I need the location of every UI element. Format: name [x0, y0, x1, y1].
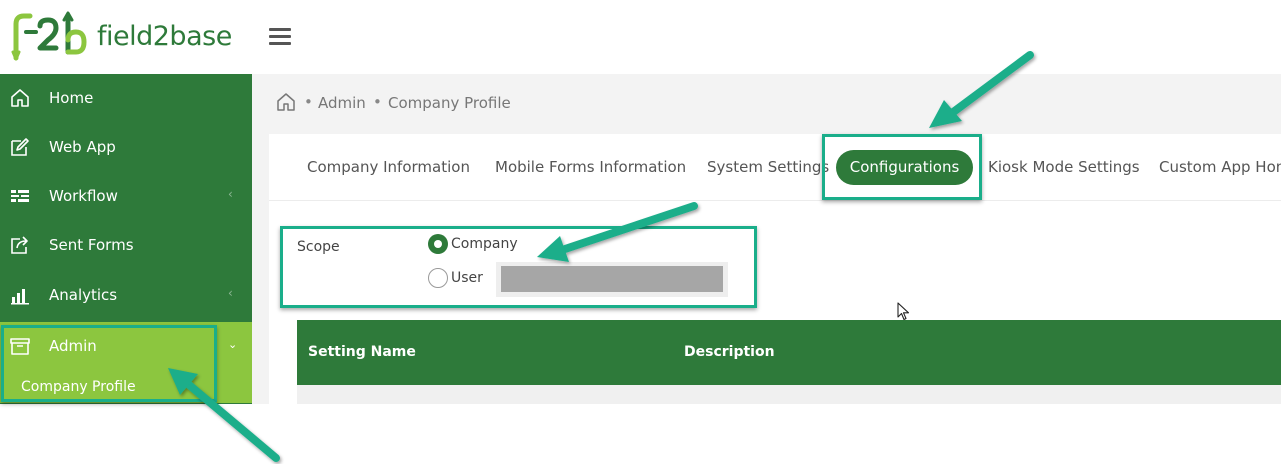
chevron-down-icon: ⌄ — [228, 338, 238, 351]
sidebar-item-analytics[interactable]: Analytics ‹ — [0, 271, 252, 320]
sidebar: Home Web App Workflow ‹ Sent Forms Analy… — [0, 74, 252, 404]
sidebar-item-label: Sent Forms — [49, 236, 134, 254]
sidebar-subitem-company-profile[interactable]: Company Profile — [21, 379, 136, 395]
hamburger-menu-icon[interactable] — [269, 28, 291, 45]
sidebar-item-label: Workflow — [49, 187, 118, 205]
tab-system-settings[interactable]: System Settings — [707, 158, 829, 176]
sidebar-item-admin[interactable]: Admin ⌄ Company Profile — [0, 322, 252, 403]
scope-user-radio[interactable] — [428, 268, 448, 288]
settings-table-body — [297, 385, 1281, 404]
tab-mobile-forms-information[interactable]: Mobile Forms Information — [495, 158, 686, 176]
top-header: field2base — [0, 0, 1281, 74]
column-header-description[interactable]: Description — [684, 344, 775, 360]
sidebar-item-label: Home — [49, 89, 94, 107]
chevron-left-icon: ‹ — [228, 286, 233, 300]
tab-custom-app-home[interactable]: Custom App Hom — [1159, 158, 1281, 176]
f2b-logo-icon — [11, 11, 87, 61]
breadcrumb-item-admin[interactable]: Admin — [318, 94, 366, 112]
table-gutter — [269, 320, 297, 404]
tab-configurations[interactable]: Configurations — [836, 150, 973, 185]
edit-icon — [11, 138, 29, 156]
tab-company-information[interactable]: Company Information — [307, 158, 470, 176]
tabs-divider — [269, 200, 1281, 201]
workflow-icon — [11, 190, 29, 202]
scope-label: Scope — [297, 239, 340, 255]
user-select[interactable] — [501, 266, 723, 292]
brand-name: field2base — [97, 21, 232, 52]
scope-user-label[interactable]: User — [451, 270, 483, 286]
home-icon[interactable] — [276, 92, 296, 112]
sidebar-item-label: Admin — [49, 337, 97, 355]
sidebar-item-label: Analytics — [49, 286, 118, 304]
sidebar-item-web-app[interactable]: Web App — [0, 123, 252, 172]
sidebar-item-label: Web App — [49, 138, 116, 156]
scope-company-radio[interactable] — [428, 234, 448, 254]
chevron-left-icon: ‹ — [228, 187, 233, 201]
mouse-cursor-icon — [897, 302, 910, 321]
sidebar-item-sent-forms[interactable]: Sent Forms — [0, 221, 252, 270]
user-select-container — [496, 262, 728, 297]
breadcrumb-item-company-profile: Company Profile — [388, 94, 511, 112]
settings-table-header — [297, 320, 1281, 385]
breadcrumb-separator: • — [373, 93, 382, 111]
sidebar-item-workflow[interactable]: Workflow ‹ — [0, 172, 252, 221]
archive-box-icon — [10, 338, 30, 355]
breadcrumb-separator: • — [304, 93, 313, 111]
tab-kiosk-mode-settings[interactable]: Kiosk Mode Settings — [988, 158, 1140, 176]
sidebar-item-home[interactable]: Home — [0, 74, 252, 123]
share-icon — [11, 236, 28, 254]
bar-chart-icon — [11, 289, 29, 305]
column-header-setting-name[interactable]: Setting Name — [308, 344, 416, 360]
scope-company-label[interactable]: Company — [451, 236, 518, 252]
home-icon — [11, 89, 29, 107]
